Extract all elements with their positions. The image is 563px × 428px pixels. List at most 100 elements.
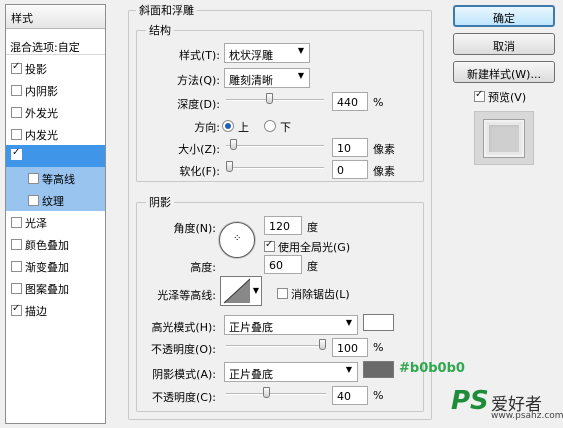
- highlight-mode-label: 高光模式(H):: [151, 321, 216, 334]
- shadow-opacity-unit: %: [373, 389, 384, 402]
- highlight-mode-value: 正片叠底: [229, 321, 273, 334]
- chevron-down-icon: ▼: [252, 286, 259, 295]
- preview-swatch: [484, 120, 524, 157]
- gloss-contour-picker[interactable]: ▼: [220, 276, 262, 306]
- style-list-label: 描边: [25, 305, 47, 318]
- checkbox-icon[interactable]: [11, 261, 22, 272]
- new-style-button[interactable]: 新建样式(W)...: [453, 61, 555, 83]
- style-list-item[interactable]: 描边: [6, 299, 105, 321]
- shadow-mode-label: 阴影模式(A):: [152, 368, 216, 381]
- shadow-opacity-thumb[interactable]: [263, 387, 270, 398]
- soften-slider-thumb[interactable]: [226, 161, 233, 172]
- style-list-item[interactable]: 内发光: [6, 123, 105, 145]
- shadow-opacity-track[interactable]: [226, 393, 326, 395]
- shadow-color-swatch[interactable]: [363, 361, 394, 378]
- watermark-logo: PS 爱好者 www.psahz.com: [447, 384, 563, 424]
- style-list-label: 颜色叠加: [25, 239, 69, 252]
- style-list-label: 内阴影: [25, 85, 58, 98]
- antialias-checkbox[interactable]: 消除锯齿(L): [277, 286, 350, 302]
- soften-label: 软化(F):: [179, 165, 220, 178]
- chevron-down-icon: ▼: [297, 46, 304, 55]
- style-list-item[interactable]: [6, 145, 105, 167]
- shadow-mode-dropdown[interactable]: 正片叠底 ▼: [224, 362, 358, 382]
- direction-up-label: 上: [238, 121, 249, 134]
- highlight-mode-dropdown[interactable]: 正片叠底 ▼: [224, 315, 358, 335]
- highlight-opacity-thumb[interactable]: [319, 339, 326, 350]
- contour-preview-icon: [223, 278, 251, 304]
- style-list-item[interactable]: 外发光: [6, 101, 105, 123]
- style-list-item[interactable]: 纹理: [6, 189, 105, 211]
- altitude-label: 高度:: [190, 261, 216, 274]
- shadow-opacity-label: 不透明度(C):: [152, 391, 216, 404]
- size-slider-thumb[interactable]: [230, 139, 237, 150]
- direction-down-label: 下: [280, 121, 291, 134]
- shadow-mode-value: 正片叠底: [229, 368, 273, 381]
- checkbox-icon[interactable]: [11, 217, 22, 228]
- checkbox-icon[interactable]: [28, 195, 39, 206]
- technique-label: 方法(Q):: [177, 74, 220, 87]
- size-input[interactable]: 10: [332, 138, 368, 157]
- style-list-label: 内发光: [25, 129, 58, 142]
- preview-checkbox[interactable]: 预览(V): [474, 89, 526, 105]
- checkbox-icon[interactable]: [11, 129, 22, 140]
- checkbox-icon[interactable]: [11, 147, 22, 160]
- altitude-input[interactable]: 60: [264, 255, 302, 274]
- checkbox-icon: [277, 288, 288, 299]
- blend-options-item[interactable]: 混合选项:自定: [6, 35, 105, 55]
- style-list-item[interactable]: 投影: [6, 57, 105, 79]
- style-label: 样式(T):: [178, 49, 220, 62]
- style-list-label: 纹理: [42, 195, 64, 208]
- checkbox-icon[interactable]: [11, 303, 22, 316]
- highlight-opacity-label: 不透明度(O):: [151, 343, 216, 356]
- checkbox-icon[interactable]: [11, 85, 22, 96]
- soften-input[interactable]: 0: [332, 160, 368, 179]
- style-list-label: 光泽: [25, 217, 47, 230]
- depth-input[interactable]: 440: [332, 92, 368, 111]
- style-list-label: 渐变叠加: [25, 261, 69, 274]
- chevron-down-icon: ▼: [345, 365, 352, 374]
- cancel-button[interactable]: 取消: [453, 33, 555, 55]
- size-slider-track[interactable]: [226, 145, 324, 147]
- highlight-opacity-track[interactable]: [226, 345, 326, 347]
- style-list-item[interactable]: 光泽: [6, 211, 105, 233]
- altitude-unit: 度: [307, 260, 318, 273]
- crosshair-icon: ⁘: [233, 233, 242, 244]
- technique-dropdown[interactable]: 雕刻清晰 ▼: [224, 68, 310, 88]
- styles-header[interactable]: 样式: [6, 5, 105, 29]
- style-list-item[interactable]: 颜色叠加: [6, 233, 105, 255]
- gloss-contour-label: 光泽等高线:: [157, 289, 216, 302]
- global-light-checkbox[interactable]: 使用全局光(G): [264, 239, 350, 255]
- style-list-label: 投影: [25, 63, 47, 76]
- style-list-label: 等高线: [42, 173, 75, 186]
- shadow-opacity-input[interactable]: 40: [332, 386, 368, 405]
- highlight-color-swatch[interactable]: [363, 314, 394, 331]
- size-label: 大小(Z):: [178, 143, 220, 156]
- ok-button[interactable]: 确定: [453, 5, 555, 27]
- direction-up-radio[interactable]: [222, 120, 234, 132]
- depth-slider-track[interactable]: [226, 99, 324, 101]
- angle-input[interactable]: 120: [264, 216, 302, 235]
- preview-label: 预览(V): [488, 91, 527, 104]
- watermark-brand: PS: [451, 386, 489, 416]
- shadow-color-annotation: #b0b0b0: [399, 361, 465, 376]
- styles-list-panel: 样式 混合选项:自定 投影内阴影外发光内发光等高线纹理光泽颜色叠加渐变叠加图案叠…: [5, 4, 106, 424]
- angle-dial[interactable]: ⁘: [219, 222, 255, 258]
- soften-slider-track[interactable]: [226, 167, 324, 169]
- style-list-item[interactable]: 等高线: [6, 167, 105, 189]
- checkbox-icon[interactable]: [11, 239, 22, 250]
- style-list-item[interactable]: 内阴影: [6, 79, 105, 101]
- preview-thumbnail: [474, 111, 534, 165]
- direction-down-radio[interactable]: [264, 120, 276, 132]
- highlight-opacity-input[interactable]: 100: [332, 338, 368, 357]
- size-unit: 像素: [373, 143, 395, 156]
- depth-label: 深度(D):: [177, 98, 220, 111]
- checkbox-icon[interactable]: [11, 107, 22, 118]
- technique-value: 雕刻清晰: [229, 74, 273, 87]
- style-list-item[interactable]: 渐变叠加: [6, 255, 105, 277]
- checkbox-icon[interactable]: [11, 61, 22, 74]
- checkbox-icon[interactable]: [11, 283, 22, 294]
- style-dropdown[interactable]: 枕状浮雕 ▼: [224, 43, 310, 63]
- depth-slider-thumb[interactable]: [266, 93, 273, 104]
- checkbox-icon[interactable]: [28, 173, 39, 184]
- style-list-item[interactable]: 图案叠加: [6, 277, 105, 299]
